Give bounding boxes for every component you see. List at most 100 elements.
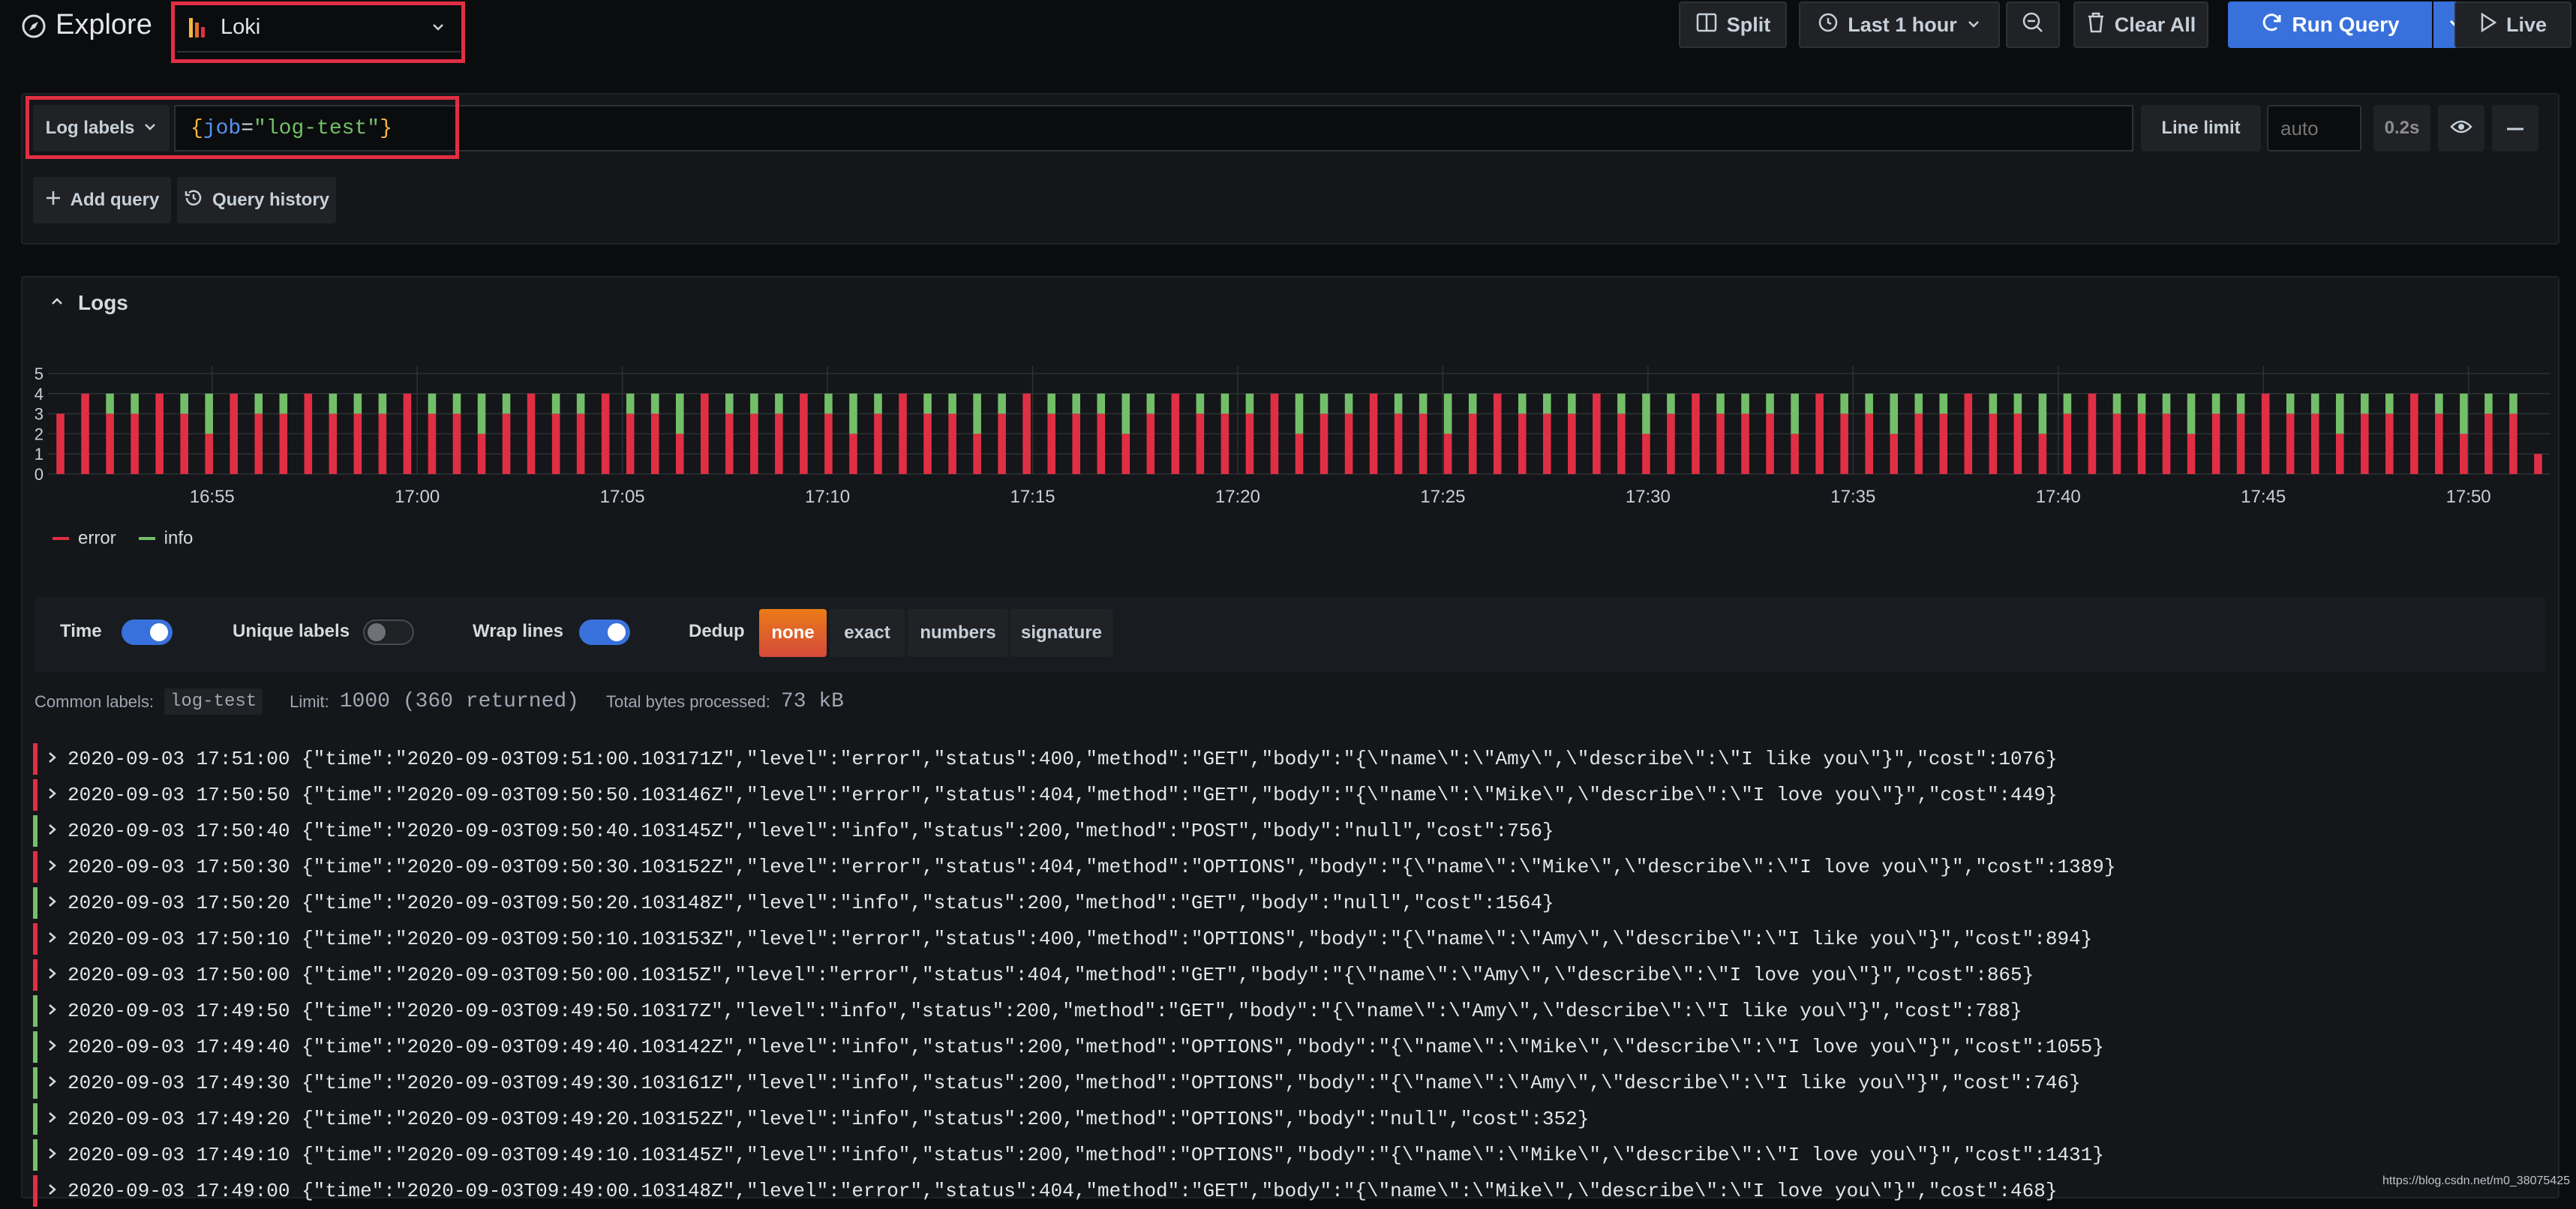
bar-info — [1617, 393, 1626, 414]
bar-error — [1220, 413, 1229, 474]
common-labels-key: Common labels: — [35, 692, 154, 711]
chart-legend: error info — [53, 528, 193, 549]
bar-info — [2460, 393, 2468, 434]
bar-error — [1097, 413, 1106, 474]
log-row[interactable]: 2020-09-03 17:51:00 {"time":"2020-09-03T… — [47, 741, 2057, 777]
x-tick-label: 17:50 — [2446, 487, 2491, 507]
bar-error — [551, 413, 560, 474]
hide-query-button[interactable] — [2438, 105, 2484, 152]
query-input[interactable]: {job = "log-test"} — [174, 105, 2133, 152]
bar-info — [1295, 393, 1304, 434]
chevron-right-icon — [47, 892, 68, 914]
bar-info — [2063, 393, 2072, 414]
bar-info — [1245, 393, 1254, 414]
bar-info — [477, 393, 486, 434]
chevron-right-icon — [47, 1180, 68, 1202]
add-query-button[interactable]: Add query — [33, 177, 171, 224]
log-timestamp: 2020-09-03 17:49:00 — [68, 1180, 290, 1202]
bar-info — [452, 393, 461, 414]
common-labels-badge: log-test — [164, 688, 263, 715]
bar-info — [750, 393, 758, 414]
log-row[interactable]: 2020-09-03 17:49:30 {"time":"2020-09-03T… — [47, 1065, 2081, 1101]
chevron-right-icon — [47, 748, 68, 770]
log-row[interactable]: 2020-09-03 17:50:30 {"time":"2020-09-03T… — [47, 849, 2115, 885]
bar-error — [675, 434, 684, 474]
bar-info — [106, 393, 114, 414]
x-tick-label: 17:20 — [1215, 487, 1260, 507]
time-toggle[interactable] — [122, 620, 173, 645]
eye-icon — [2450, 118, 2472, 139]
bar-info — [254, 393, 263, 414]
run-query-button[interactable]: Run Query — [2228, 2, 2432, 48]
log-row[interactable]: 2020-09-03 17:50:40 {"time":"2020-09-03T… — [47, 813, 1554, 849]
log-row[interactable]: 2020-09-03 17:50:50 {"time":"2020-09-03T… — [47, 777, 2057, 813]
bar-error — [650, 413, 659, 474]
bar-error — [2162, 413, 2171, 474]
bar-info — [378, 393, 387, 414]
bar-info — [1072, 393, 1081, 414]
query-duration: 0.2s — [2373, 105, 2430, 152]
zoom-out-button[interactable] — [2006, 2, 2060, 48]
bar-error — [1047, 413, 1055, 474]
bar-error — [2310, 413, 2319, 474]
datasource-highlight — [171, 2, 465, 63]
bar-info — [1766, 393, 1774, 414]
bar-error — [106, 413, 114, 474]
x-tick-label: 16:55 — [190, 487, 235, 507]
line-limit-input[interactable] — [2267, 105, 2361, 152]
chevron-right-icon — [47, 856, 68, 878]
log-row[interactable]: 2020-09-03 17:50:00 {"time":"2020-09-03T… — [47, 957, 2034, 993]
legend-item-error[interactable]: error — [53, 528, 116, 549]
bar-error — [824, 413, 833, 474]
logs-collapse-toggle[interactable]: Logs — [50, 291, 128, 315]
dedup-label: Dedup — [689, 621, 745, 641]
bar-error — [1914, 413, 1923, 474]
chevron-up-icon — [50, 294, 65, 313]
bar-error — [205, 434, 213, 474]
bar-info — [725, 393, 734, 414]
wrap-lines-toggle[interactable] — [579, 620, 630, 645]
legend-item-info[interactable]: info — [138, 528, 193, 549]
log-level-indicator — [33, 1139, 38, 1171]
split-button[interactable]: Split — [1679, 2, 1787, 48]
bar-info — [2360, 393, 2369, 414]
clear-all-button[interactable]: Clear All — [2073, 2, 2208, 48]
remove-query-button[interactable] — [2492, 105, 2538, 152]
bar-info — [1642, 393, 1650, 434]
y-tick-label: 4 — [35, 385, 44, 404]
time-picker-button[interactable]: Last 1 hour — [1799, 2, 2000, 48]
unique-labels-toggle[interactable] — [363, 620, 414, 645]
log-row[interactable]: 2020-09-03 17:49:40 {"time":"2020-09-03T… — [47, 1029, 2104, 1065]
bar-info — [824, 393, 833, 414]
dedup-signature-button[interactable]: signature — [1010, 609, 1113, 657]
bar-info — [428, 393, 437, 414]
dedup-exact-button[interactable]: exact — [830, 609, 905, 657]
dedup-none-button[interactable]: none — [759, 609, 827, 657]
clock-icon — [1818, 12, 1839, 38]
minus-icon — [2506, 122, 2524, 135]
log-row[interactable]: 2020-09-03 17:49:10 {"time":"2020-09-03T… — [47, 1137, 2104, 1173]
bar-error — [477, 434, 486, 474]
log-row[interactable]: 2020-09-03 17:50:10 {"time":"2020-09-03T… — [47, 921, 2092, 957]
bar-info — [998, 393, 1006, 414]
dedup-numbers-button[interactable]: numbers — [908, 609, 1008, 657]
log-level-indicator — [33, 923, 38, 955]
bar-error — [1072, 413, 1081, 474]
compass-icon — [21, 14, 47, 39]
log-row[interactable]: 2020-09-03 17:50:20 {"time":"2020-09-03T… — [47, 885, 1554, 921]
log-row[interactable]: 2020-09-03 17:49:20 {"time":"2020-09-03T… — [47, 1101, 1589, 1137]
log-row[interactable]: 2020-09-03 17:49:00 {"time":"2020-09-03T… — [47, 1173, 2057, 1209]
log-row[interactable]: 2020-09-03 17:49:50 {"time":"2020-09-03T… — [47, 993, 2022, 1029]
log-line: {"time":"2020-09-03T09:51:00.103171Z","l… — [302, 748, 2058, 770]
query-history-button[interactable]: Query history — [177, 177, 336, 224]
bar-error — [2460, 434, 2468, 474]
log-timestamp: 2020-09-03 17:49:10 — [68, 1144, 290, 1166]
bar-error — [1419, 413, 1428, 474]
bar-error — [1543, 413, 1551, 474]
bar-info — [576, 393, 585, 414]
bar-error — [923, 413, 932, 474]
bar-info — [1716, 393, 1725, 414]
live-button[interactable]: Live — [2454, 2, 2571, 48]
bar-error — [2360, 413, 2369, 474]
bar-error — [2410, 393, 2418, 474]
